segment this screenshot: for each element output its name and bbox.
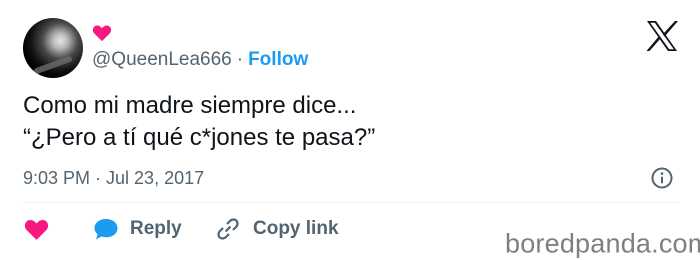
info-icon[interactable] <box>650 166 674 190</box>
avatar[interactable] <box>23 18 83 78</box>
author-handle[interactable]: @QueenLea666 <box>92 49 232 70</box>
divider <box>23 202 680 203</box>
reply-label: Reply <box>130 218 182 239</box>
tweet-text: Como mi madre siempre dice... “¿Pero a t… <box>23 90 375 154</box>
follow-button[interactable]: Follow <box>248 49 308 70</box>
copy-link-label: Copy link <box>253 218 339 239</box>
like-button[interactable] <box>24 215 49 243</box>
copy-link-button[interactable]: Copy link <box>216 215 339 243</box>
x-logo-icon[interactable] <box>645 20 679 52</box>
tweet-line: “¿Pero a tí qué c*jones te pasa?” <box>23 124 376 151</box>
author-row: @QueenLea666 · Follow <box>92 49 308 71</box>
link-icon <box>217 218 239 240</box>
speech-bubble-icon <box>94 219 118 240</box>
separator-dot: · <box>236 49 244 70</box>
tweet-line: Como mi madre siempre dice... <box>23 92 357 119</box>
heart-icon <box>92 25 112 42</box>
reply-button[interactable]: Reply <box>93 215 182 243</box>
watermark: boredpanda.com <box>505 228 700 259</box>
tweet-timestamp[interactable]: 9:03 PM · Jul 23, 2017 <box>23 167 204 189</box>
heart-icon <box>24 219 49 240</box>
avatar-streak <box>33 55 73 75</box>
